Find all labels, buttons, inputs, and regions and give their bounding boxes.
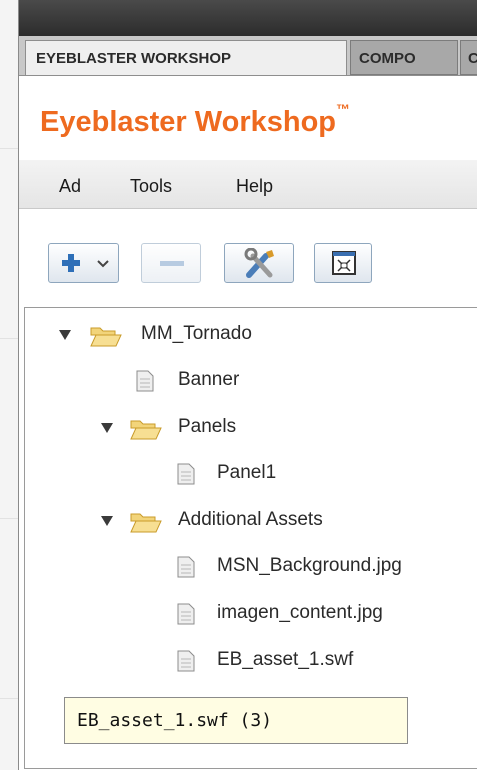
collapse-triangle-icon[interactable] xyxy=(100,422,114,434)
menu-tools[interactable]: Tools xyxy=(130,176,172,197)
chevron-down-icon xyxy=(97,260,109,268)
tooltip: EB_asset_1.swf (3) xyxy=(64,697,408,744)
tree-label-eb-asset: EB_asset_1.swf xyxy=(217,649,354,670)
file-icon xyxy=(177,650,195,672)
tree-label-panel1: Panel1 xyxy=(217,462,277,483)
fit-icon xyxy=(332,251,356,275)
title-bar xyxy=(19,0,477,36)
tree-label-imagen-content: imagen_content.jpg xyxy=(217,602,383,623)
file-icon xyxy=(136,370,154,392)
fit-button[interactable] xyxy=(314,243,372,283)
menu-help[interactable]: Help xyxy=(236,176,273,197)
add-button[interactable] xyxy=(48,243,119,283)
add-icon xyxy=(62,254,80,272)
tools-icon xyxy=(244,248,274,278)
tab-co[interactable]: CO xyxy=(460,40,477,75)
menu-ad[interactable]: Ad xyxy=(59,176,81,197)
brand-logo: Eyeblaster Workshop™ xyxy=(40,101,350,139)
folder-open-icon xyxy=(90,327,122,347)
tab-compo[interactable]: COMPO xyxy=(350,40,458,75)
tree-node-root[interactable]: MM_Tornado xyxy=(58,321,458,349)
tree-label-root: MM_Tornado xyxy=(141,323,252,344)
tab-strip: EYEBLASTER WORKSHOP COMPO CO xyxy=(19,36,477,76)
tools-button[interactable] xyxy=(224,243,294,283)
file-icon xyxy=(177,603,195,625)
tree-node-msn-background[interactable]: MSN_Background.jpg xyxy=(172,553,472,581)
tree-node-additional-assets[interactable]: Additional Assets xyxy=(100,507,440,535)
tree-label-panels: Panels xyxy=(178,416,237,437)
tree-node-imagen-content[interactable]: imagen_content.jpg xyxy=(172,600,472,628)
collapse-triangle-icon[interactable] xyxy=(58,329,72,341)
tree-node-eb-asset[interactable]: EB_asset_1.swf xyxy=(172,647,472,675)
tree-label-additional-assets: Additional Assets xyxy=(178,509,323,530)
tab-eyeblaster-workshop[interactable]: EYEBLASTER WORKSHOP xyxy=(25,40,347,75)
tree-node-panel1[interactable]: Panel1 xyxy=(172,460,422,488)
file-icon xyxy=(177,556,195,578)
collapse-triangle-icon[interactable] xyxy=(100,515,114,527)
folder-open-icon xyxy=(130,513,162,533)
brand-title: Eyeblaster Workshop xyxy=(40,106,337,138)
trademark-mark: ™ xyxy=(336,101,351,118)
file-icon xyxy=(177,463,195,485)
tree-node-banner[interactable]: Banner xyxy=(131,367,431,395)
remove-button[interactable] xyxy=(141,243,201,283)
remove-icon xyxy=(160,261,184,266)
tree-node-panels[interactable]: Panels xyxy=(100,414,400,442)
folder-open-icon xyxy=(130,420,162,440)
tree-label-msn-background: MSN_Background.jpg xyxy=(217,555,402,576)
tree-label-banner: Banner xyxy=(178,369,240,390)
